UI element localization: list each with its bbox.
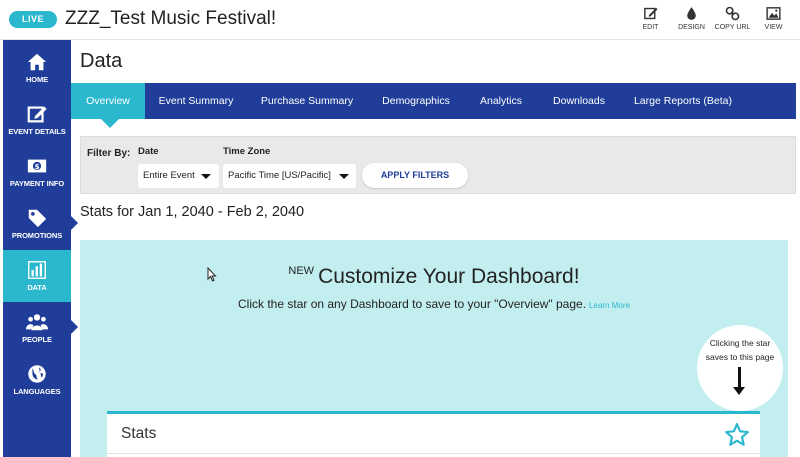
arrow-down-icon — [738, 367, 741, 389]
home-icon — [27, 53, 47, 71]
sidebar-item-label: PAYMENT INFO — [9, 179, 65, 188]
edit-icon — [27, 106, 47, 123]
active-tab-pointer — [101, 119, 119, 128]
design-button[interactable]: DESIGN — [671, 5, 712, 31]
stats-card-title: Stats — [121, 425, 157, 442]
copy-url-button[interactable]: COPY URL — [712, 5, 753, 31]
sidebar-item-event-details[interactable]: EVENT DETAILS — [3, 94, 71, 146]
mouse-cursor-icon — [207, 267, 217, 282]
sidebar-notch — [71, 216, 78, 230]
tab-analytics[interactable]: Analytics — [471, 83, 531, 119]
promo-heading: NEW Customize Your Dashboard! — [80, 265, 788, 289]
tab-event-summary[interactable]: Event Summary — [151, 83, 241, 119]
tip-text: Clicking the star saves to this page — [697, 336, 783, 364]
tab-downloads[interactable]: Downloads — [544, 83, 614, 119]
sidebar-item-people[interactable]: PEOPLE — [3, 302, 78, 354]
date-select-value: Entire Event — [143, 170, 195, 181]
star-icon[interactable] — [724, 422, 750, 448]
star-tip-callout: Clicking the star saves to this page — [697, 325, 783, 411]
promo-title: Customize Your Dashboard! — [318, 265, 580, 288]
dollar-bill-icon: $ — [27, 159, 47, 173]
filter-panel: Filter By: Date Entire Event Time Zone P… — [80, 136, 796, 194]
tip-line-1: Clicking the star — [709, 338, 771, 348]
chevron-down-icon — [339, 174, 349, 179]
date-label: Date — [138, 146, 159, 157]
learn-more-link[interactable]: Learn More — [589, 301, 630, 310]
date-select[interactable]: Entire Event — [138, 164, 219, 188]
bar-chart-icon — [28, 261, 46, 279]
chevron-down-icon — [201, 174, 211, 179]
sidebar-item-promotions[interactable]: PROMOTIONS — [3, 198, 78, 250]
sidebar-notch — [71, 320, 78, 334]
people-icon — [26, 314, 48, 331]
edit-label: EDIT — [642, 24, 659, 31]
sidebar-item-label: PEOPLE — [22, 335, 52, 344]
timezone-select[interactable]: Pacific Time [US/Pacific] — [223, 164, 356, 188]
edit-icon — [644, 7, 658, 20]
live-badge: LIVE — [9, 11, 57, 28]
tab-bar: Overview Event Summary Purchase Summary … — [71, 83, 796, 119]
tab-demographics[interactable]: Demographics — [374, 83, 458, 119]
design-label: DESIGN — [678, 24, 705, 31]
divider — [107, 453, 760, 454]
top-actions: EDIT DESIGN COPY URL VIEW — [630, 5, 794, 31]
tab-purchase-summary[interactable]: Purchase Summary — [253, 83, 361, 119]
link-icon — [725, 6, 740, 21]
sidebar-item-payment-info[interactable]: $ PAYMENT INFO — [3, 146, 71, 198]
stats-card: Stats — [107, 411, 760, 457]
promo-subtext: Click the star on any Dashboard to save … — [80, 297, 788, 311]
new-badge: NEW — [288, 265, 315, 277]
sidebar-item-languages[interactable]: LANGUAGES — [3, 354, 71, 406]
filter-by-label: Filter By: — [87, 148, 131, 159]
page-title: Data — [80, 50, 123, 72]
globe-icon — [28, 365, 46, 383]
sidebar-item-label: DATA — [27, 283, 47, 292]
droplet-icon — [687, 7, 696, 20]
sidebar-item-label: PROMOTIONS — [11, 231, 63, 240]
sidebar-item-label: HOME — [25, 75, 49, 84]
copy-url-label: COPY URL — [714, 24, 751, 31]
app-root: LIVE ZZZ_Test Music Festival! EDIT DESIG… — [0, 0, 800, 457]
view-label: VIEW — [764, 24, 783, 31]
sidebar-item-data[interactable]: DATA — [3, 250, 71, 302]
event-title: ZZZ_Test Music Festival! — [65, 8, 277, 29]
timezone-select-value: Pacific Time [US/Pacific] — [228, 170, 331, 181]
sidebar-item-home[interactable]: HOME — [3, 42, 71, 94]
arrow-head-icon — [733, 387, 745, 395]
promo-description: Click the star on any Dashboard to save … — [238, 297, 587, 311]
customize-dashboard-panel: NEW Customize Your Dashboard! Click the s… — [80, 240, 788, 457]
timezone-label: Time Zone — [223, 146, 271, 157]
svg-text:$: $ — [34, 162, 39, 171]
view-button[interactable]: VIEW — [753, 5, 794, 31]
tip-line-2: saves to this page — [705, 352, 775, 362]
edit-button[interactable]: EDIT — [630, 5, 671, 31]
sidebar-item-label: EVENT DETAILS — [8, 127, 66, 136]
tab-overview[interactable]: Overview — [71, 83, 145, 119]
tag-icon — [28, 209, 47, 228]
sidebar: HOME EVENT DETAILS $ PAYMENT INFO PROMOT… — [3, 40, 78, 457]
tab-large-reports[interactable]: Large Reports (Beta) — [628, 83, 738, 119]
stats-date-range: Stats for Jan 1, 2040 - Feb 2, 2040 — [80, 204, 305, 220]
image-icon — [766, 7, 781, 20]
top-bar: LIVE ZZZ_Test Music Festival! EDIT DESIG… — [0, 0, 800, 40]
apply-filters-button[interactable]: APPLY FILTERS — [362, 163, 468, 188]
sidebar-item-label: LANGUAGES — [13, 387, 61, 396]
